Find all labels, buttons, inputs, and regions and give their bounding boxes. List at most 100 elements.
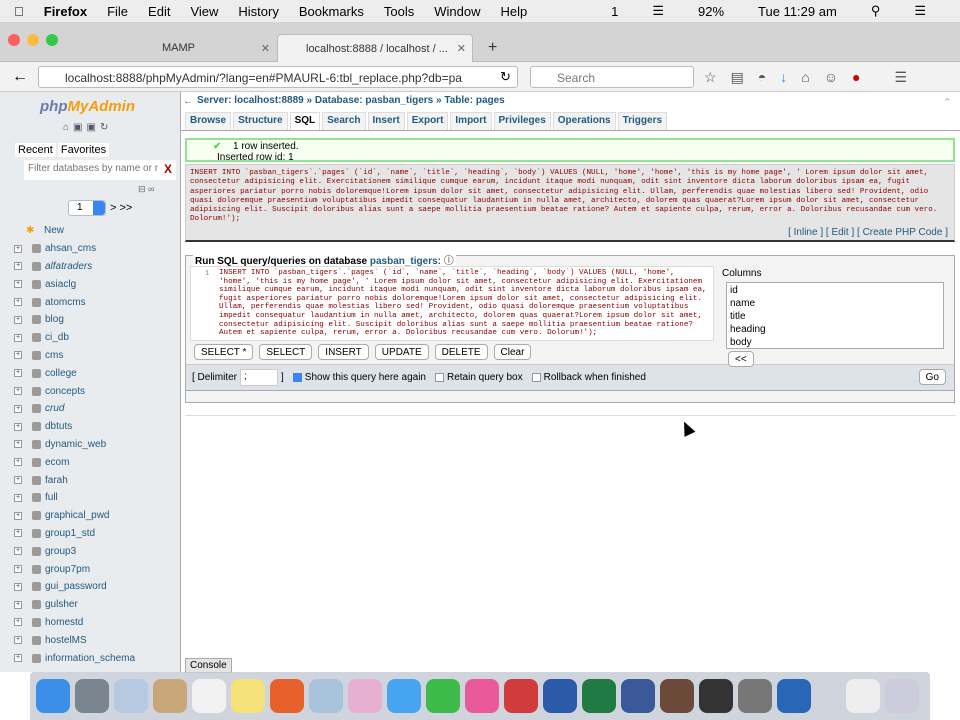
expand-icon[interactable]: + — [14, 280, 22, 289]
retain-checkbox[interactable] — [434, 373, 444, 382]
clear-button[interactable]: Clear — [493, 344, 532, 360]
select-star-button[interactable]: SELECT * — [194, 344, 254, 360]
expand-icon[interactable]: + — [14, 404, 22, 413]
database-name[interactable]: group3 — [45, 546, 76, 557]
status-badge[interactable]: 1 — [611, 4, 618, 19]
next-page-link[interactable]: > >> — [110, 202, 132, 214]
database-item[interactable]: + dbtuts — [0, 418, 180, 436]
database-name[interactable]: concepts — [45, 386, 85, 397]
database-name[interactable]: blog — [45, 314, 64, 325]
adblock-icon[interactable]: ● — [852, 69, 860, 86]
expand-icon[interactable]: + — [14, 351, 22, 360]
new-tab-button[interactable]: + — [478, 34, 507, 62]
quicktime-icon[interactable] — [777, 679, 811, 713]
photo-app-icon[interactable] — [660, 679, 694, 713]
reload-icon[interactable]: ↻ — [500, 69, 511, 85]
finder-icon[interactable] — [36, 679, 70, 713]
tab-sql[interactable]: SQL — [289, 112, 321, 130]
close-tab-icon[interactable]: ✕ — [457, 42, 466, 55]
expand-icon[interactable]: + — [14, 262, 22, 271]
database-item[interactable]: + gulsher — [0, 596, 180, 614]
database-item[interactable]: + atomcms — [0, 293, 180, 311]
url-bar[interactable]: localhost:8888/phpMyAdmin/?lang=en#PMAUR… — [38, 66, 518, 88]
docs-icon[interactable]: ▣ — [87, 122, 96, 133]
update-button[interactable]: UPDATE — [374, 344, 429, 360]
facebook-icon[interactable] — [621, 679, 655, 713]
database-item[interactable]: + graphical_pwd — [0, 507, 180, 525]
menu-view[interactable]: View — [190, 4, 218, 19]
phpmyadmin-logo[interactable]: phpMyAdmin — [40, 98, 135, 115]
expand-icon[interactable]: + — [14, 387, 22, 396]
clock[interactable]: Tue 11:29 am — [758, 4, 837, 19]
sql-query-editor[interactable]: 1 INSERT INTO `pasban_tigers`.`pages` (`… — [190, 266, 714, 341]
expand-icon[interactable]: + — [14, 298, 22, 307]
database-name[interactable]: information_schema — [45, 653, 135, 664]
database-item[interactable]: + group1_std — [0, 525, 180, 543]
column-option[interactable]: heading — [730, 323, 940, 336]
rollback-checkbox[interactable] — [531, 373, 541, 382]
database-item[interactable]: + information_schema — [0, 649, 180, 667]
expand-icon[interactable]: + — [14, 476, 22, 485]
database-item[interactable]: + dynamic_web — [0, 436, 180, 454]
mamp-icon[interactable] — [738, 679, 772, 713]
home-icon[interactable]: ⌂ — [63, 122, 69, 133]
tab-triggers[interactable]: Triggers — [617, 112, 668, 130]
tab-structure[interactable]: Structure — [233, 112, 288, 130]
database-name[interactable]: ahsan_cms — [45, 243, 96, 254]
sublime-icon[interactable] — [699, 679, 733, 713]
hamburger-menu-icon[interactable]: ☰ — [895, 69, 908, 86]
expand-icon[interactable]: + — [14, 511, 22, 520]
home-icon[interactable]: ⌂ — [801, 69, 809, 86]
menu-file[interactable]: File — [107, 4, 128, 19]
database-name[interactable]: full — [45, 492, 58, 503]
database-name[interactable]: homestd — [45, 617, 83, 628]
tab-import[interactable]: Import — [450, 112, 492, 130]
insert-button[interactable]: INSERT — [318, 344, 369, 360]
search-input[interactable]: Search — [530, 66, 694, 88]
database-name[interactable]: farah — [45, 475, 68, 486]
collapse-all-icon[interactable]: ⊟ ∞ — [138, 184, 154, 195]
recent-tab[interactable]: Recent — [15, 143, 56, 157]
favorites-tab[interactable]: Favorites — [57, 143, 110, 157]
database-name[interactable]: gulsher — [45, 599, 78, 610]
messages-icon[interactable] — [387, 679, 421, 713]
collapse-arrow-icon[interactable]: ← — [183, 96, 193, 107]
query-text[interactable]: INSERT INTO `pasban_tigers`.`pages` (`id… — [219, 269, 707, 338]
expand-icon[interactable]: + — [14, 529, 22, 538]
emoji-icon[interactable]: ☺ — [824, 69, 838, 86]
menu-window[interactable]: Window — [434, 4, 480, 19]
tab-mamp[interactable]: MAMP ✕ — [80, 34, 276, 62]
tab-search[interactable]: Search — [322, 112, 366, 130]
column-option[interactable]: name — [730, 297, 940, 310]
filter-databases-input[interactable]: Filter databases by name or r X — [24, 160, 176, 180]
database-item[interactable]: + ahsan_cms — [0, 240, 180, 258]
close-tab-icon[interactable]: ✕ — [261, 42, 270, 55]
database-name[interactable]: hostelMS — [45, 635, 87, 646]
column-option[interactable]: title — [730, 310, 940, 323]
bookmark-star-icon[interactable]: ☆ — [704, 69, 717, 86]
trash-icon[interactable] — [885, 679, 919, 713]
query-window-icon[interactable]: ▣ — [73, 122, 82, 133]
database-item[interactable]: + group3 — [0, 542, 180, 560]
column-option[interactable]: id — [730, 284, 940, 297]
column-option[interactable]: body — [730, 336, 940, 349]
breadcrumb-server[interactable]: Server: localhost:8889 — [197, 95, 304, 106]
breadcrumb-database[interactable]: Database: pasban_tigers — [315, 95, 433, 106]
itunes-icon[interactable] — [465, 679, 499, 713]
database-item[interactable]: + college — [0, 364, 180, 382]
expand-icon[interactable]: + — [14, 654, 22, 663]
photos-icon[interactable] — [348, 679, 382, 713]
database-item[interactable]: + gui_password — [0, 578, 180, 596]
insert-column-button[interactable]: << — [728, 351, 754, 367]
tab-insert[interactable]: Insert — [367, 112, 405, 130]
zoom-window-button[interactable] — [46, 34, 58, 46]
rollback-label[interactable]: Rollback when finished — [544, 372, 646, 383]
database-item[interactable]: + asiaclg — [0, 275, 180, 293]
downloads-icon[interactable]: ↓ — [780, 69, 787, 86]
expand-icon[interactable]: + — [14, 565, 22, 574]
expand-icon[interactable]: + — [14, 600, 22, 609]
contacts-icon[interactable] — [153, 679, 187, 713]
menu-app[interactable]: Firefox — [44, 4, 87, 19]
database-name[interactable]: asiaclg — [45, 279, 76, 290]
menu-tools[interactable]: Tools — [384, 4, 414, 19]
